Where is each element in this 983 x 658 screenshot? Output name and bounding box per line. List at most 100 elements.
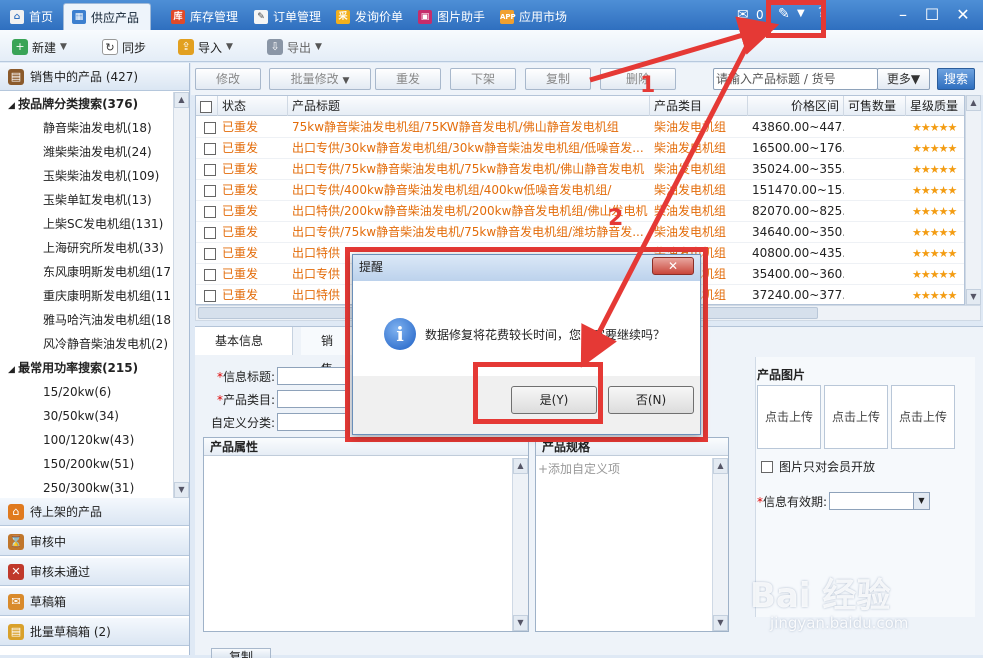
scroll-down-icon[interactable]: ▼ (966, 289, 981, 305)
delete-button[interactable]: 删除 (600, 68, 676, 90)
table-row[interactable]: 已重发 出口特供/200kw静音柴油发电机/200kw静音发电机组/佛山发电机 柴油… (196, 201, 964, 222)
select-all-checkbox[interactable] (200, 100, 212, 113)
tab-orders[interactable]: ✎ 订单管理 (246, 3, 329, 30)
title-cell[interactable]: 出口专供/400kw静音柴油发电机组/400kw低噪音发电机组/ (288, 180, 650, 201)
table-row[interactable]: 已重发 75kw静音柴油发电机组/75KW静音发电机/佛山静音发电机组 柴油发电机组… (196, 117, 964, 138)
row-select-cell[interactable] (200, 243, 218, 264)
offline-button[interactable]: 下架 (450, 68, 516, 90)
row-checkbox[interactable] (204, 163, 216, 176)
tree-item[interactable]: 潍柴柴油发电机(24) (0, 140, 172, 164)
sidebar-item-reviewing[interactable]: ⌛ 审核中 (0, 528, 189, 556)
title-cell[interactable]: 出口专供/75kw静音柴油发电机/75kw静音发电机/佛山静音发电机 (288, 159, 650, 180)
tree-item[interactable]: 东风康明斯发电机组(17) (0, 260, 172, 284)
scroll-down-icon[interactable]: ▼ (174, 482, 189, 498)
tree-item[interactable]: 静音柴油发电机(18) (0, 116, 172, 140)
tree-item[interactable]: 上海研究所发电机(33) (0, 236, 172, 260)
batch-modify-button[interactable]: 批量修改 ▼ (269, 68, 371, 90)
row-checkbox[interactable] (204, 268, 216, 281)
tree-item[interactable]: 100/120kw(43) (0, 428, 172, 452)
add-custom-item-link[interactable]: +添加自定义项 (536, 456, 728, 477)
tree-group-brand[interactable]: ◢ 按品牌分类搜索(376) (0, 92, 172, 116)
row-checkbox[interactable] (204, 121, 216, 134)
no-button[interactable]: 否(N) (608, 386, 694, 414)
sidebar-scrollbar[interactable]: ▲ ▼ (173, 92, 189, 498)
modify-button[interactable]: 修改 (195, 68, 261, 90)
col-price[interactable]: 价格区间 (748, 96, 844, 116)
minimize-button[interactable]: – (891, 4, 915, 26)
table-row[interactable]: 已重发 出口专供/400kw静音柴油发电机组/400kw低噪音发电机组/柴油发电机… (196, 180, 964, 201)
tree-item[interactable]: 重庆康明斯发电机组(11) (0, 284, 172, 308)
new-button[interactable]: + 新建 ▼ (12, 36, 67, 58)
tab-basic-info[interactable]: 基本信息 (195, 327, 293, 355)
col-quantity[interactable]: 可售数量 (844, 96, 906, 116)
col-rating[interactable]: 星级质量 (906, 96, 964, 116)
row-select-cell[interactable] (200, 285, 218, 304)
upload-image-1[interactable]: 点击上传 (757, 385, 821, 449)
row-checkbox[interactable] (204, 247, 216, 260)
info-title-input[interactable] (277, 367, 347, 385)
title-cell[interactable]: 出口专供/30kw静音发电机组/30kw静音柴油发电机组/低噪音发... (288, 138, 650, 159)
row-select-cell[interactable] (200, 264, 218, 285)
close-button[interactable]: ✕ (951, 4, 975, 26)
upload-image-3[interactable]: 点击上传 (891, 385, 955, 449)
category-input[interactable] (277, 390, 347, 408)
import-button[interactable]: ⇪ 导入 ▼ (178, 36, 233, 58)
chevron-down-icon[interactable]: ▼ (913, 493, 929, 509)
row-checkbox[interactable] (204, 205, 216, 218)
row-checkbox[interactable] (204, 226, 216, 239)
sidebar-item-pending[interactable]: ⌂ 待上架的产品 (0, 498, 189, 526)
scroll-up-icon[interactable]: ▲ (966, 95, 981, 111)
republish-button[interactable]: 重发 (375, 68, 441, 90)
tree-item[interactable]: 250/300kw(31) (0, 476, 172, 500)
search-button[interactable]: 搜索 (937, 68, 975, 90)
title-cell[interactable]: 75kw静音柴油发电机组/75KW静音发电机/佛山静音发电机组 (288, 117, 650, 138)
sidebar-item-selling[interactable]: ▤ 销售中的产品 (427) (0, 63, 189, 91)
tree-item[interactable]: 15/20kw(6) (0, 380, 172, 404)
row-checkbox[interactable] (204, 289, 216, 302)
table-vscrollbar[interactable]: ▲ ▼ (965, 95, 981, 305)
tree-item[interactable]: 玉柴单缸发电机(13) (0, 188, 172, 212)
tree-group-power[interactable]: ◢ 最常用功率搜索(215) (0, 356, 172, 380)
member-only-checkbox[interactable] (761, 460, 773, 473)
table-row[interactable]: 已重发 出口专供/75kw静音柴油发电机/75kw静音发电机组/潍坊静音发... 柴… (196, 222, 964, 243)
tree-item[interactable]: 雅马哈汽油发电机组(18) (0, 308, 172, 332)
custom-category-input[interactable] (277, 413, 347, 431)
sync-button[interactable]: ↻ 同步 (102, 36, 146, 58)
tree-item[interactable]: 风冷静音柴油发电机(2) (0, 332, 172, 356)
sidebar-item-batch-drafts[interactable]: ▤ 批量草稿箱 (2) (0, 618, 189, 646)
tree-item[interactable]: 玉柴柴油发电机(109) (0, 164, 172, 188)
tree-item[interactable]: 30/50kw(34) (0, 404, 172, 428)
more-dropdown[interactable]: 更多▼ (877, 68, 930, 90)
sidebar-item-drafts[interactable]: ✉ 草稿箱 (0, 588, 189, 616)
upload-image-2[interactable]: 点击上传 (824, 385, 888, 449)
row-select-cell[interactable] (200, 180, 218, 201)
search-input[interactable]: 请输入产品标题 / 货号 (713, 68, 878, 90)
copy-button[interactable]: 复制 (525, 68, 591, 90)
row-select-cell[interactable] (200, 201, 218, 222)
scroll-up-icon[interactable]: ▲ (174, 92, 189, 108)
table-row[interactable]: 已重发 出口专供/30kw静音发电机组/30kw静音柴油发电机组/低噪音发... 柴… (196, 138, 964, 159)
tab-inquiry[interactable]: 采 发询价单 (328, 3, 411, 30)
bottom-copy-button[interactable]: 复制 (211, 648, 271, 658)
title-cell[interactable]: 出口特供/200kw静音柴油发电机/200kw静音发电机组/佛山发电机 (288, 201, 650, 222)
row-checkbox[interactable] (204, 184, 216, 197)
tab-home[interactable]: ⌂ 首页 (2, 3, 61, 30)
title-cell[interactable]: 出口专供/75kw静音柴油发电机/75kw静音发电机组/潍坊静音发... (288, 222, 650, 243)
tab-pictures[interactable]: ▣ 图片助手 (410, 3, 493, 30)
member-only-option[interactable]: 图片只对会员开放 (761, 458, 875, 475)
tab-supply[interactable]: ▦ 供应产品 (63, 3, 151, 30)
export-button[interactable]: ⇩ 导出 ▼ (267, 36, 322, 58)
tree-item[interactable]: 上柴SC发电机组(131) (0, 212, 172, 236)
validity-select[interactable]: ▼ (829, 492, 930, 510)
tab-app-market[interactable]: APP 应用市场 (492, 3, 575, 30)
specs-scrollbar[interactable]: ▲ ▼ (712, 458, 728, 631)
dialog-close-button[interactable]: ✕ (652, 257, 694, 275)
col-status[interactable]: 状态 (218, 96, 288, 116)
tree-item[interactable]: 150/200kw(51) (0, 452, 172, 476)
row-select-cell[interactable] (200, 222, 218, 243)
scroll-up-icon[interactable]: ▲ (713, 458, 728, 474)
scroll-down-icon[interactable]: ▼ (513, 615, 528, 631)
maximize-button[interactable]: ☐ (920, 4, 944, 26)
row-select-cell[interactable] (200, 138, 218, 159)
select-all-cell[interactable] (196, 96, 218, 116)
